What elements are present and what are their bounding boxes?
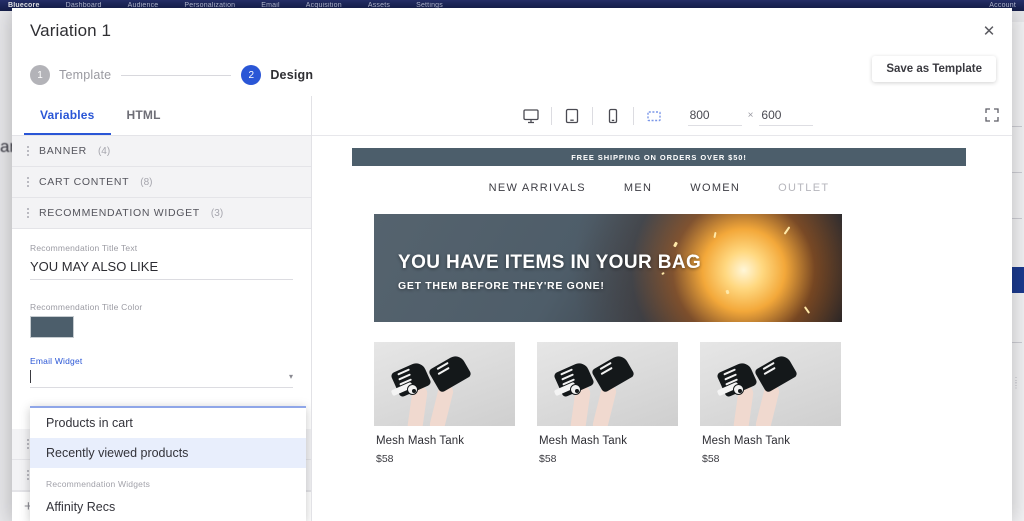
stepper-connector-line xyxy=(121,74,232,76)
shipping-banner: FREE SHIPPING ON ORDERS OVER $50! xyxy=(352,148,966,166)
modal-header: Variation 1 ✕ xyxy=(12,8,1012,54)
wizard-stepper: 1 Template 2 Design Save as Template xyxy=(12,54,1012,96)
product-price: $58 xyxy=(376,453,394,465)
product-image xyxy=(374,342,515,426)
product-name: Mesh Mash Tank xyxy=(702,435,791,447)
tab-variables[interactable]: Variables xyxy=(24,96,111,135)
email-template: FREE SHIPPING ON ORDERS OVER $50! NEW AR… xyxy=(352,136,966,465)
close-icon[interactable]: ✕ xyxy=(976,18,1002,44)
mobile-icon[interactable] xyxy=(593,96,633,136)
email-widget-dropdown-menu: Products in cart Recently viewed product… xyxy=(30,406,306,521)
email-canvas: FREE SHIPPING ON ORDERS OVER $50! NEW AR… xyxy=(312,136,1012,521)
email-preview-pane: × FREE SHIPPING ON ORDERS OVER $50! NEW … xyxy=(312,96,1012,521)
product-card[interactable]: Mesh Mash Tank $58 xyxy=(700,342,841,465)
product-name: Mesh Mash Tank xyxy=(539,435,628,447)
page-title: Variation 1 xyxy=(30,21,112,40)
tab-html[interactable]: HTML xyxy=(111,96,177,135)
email-widget-label: Email Widget xyxy=(30,356,83,366)
hero-subheadline: GET THEM BEFORE THEY'RE GONE! xyxy=(398,280,605,292)
accordion-recommendation-widget[interactable]: RECOMMENDATION WIDGET (3) xyxy=(12,198,311,229)
recommendation-title-text-input[interactable] xyxy=(30,257,293,280)
dropdown-option-recently-viewed-products[interactable]: Recently viewed products xyxy=(30,438,306,468)
hero-headline: YOU HAVE ITEMS IN YOUR BAG xyxy=(398,252,702,273)
bg-row-handle-dots: ⋮ ⋮ xyxy=(1012,376,1020,390)
preview-width-input[interactable] xyxy=(687,105,742,126)
product-recommendation-grid: Mesh Mash Tank $58 Mesh Mash Tank $58 Me… xyxy=(374,342,966,465)
color-swatch[interactable] xyxy=(30,316,74,338)
chevron-down-icon[interactable]: ▾ xyxy=(289,372,293,381)
accordion-banner-count: (4) xyxy=(97,145,111,157)
dropdown-option-affinity-recs[interactable]: Affinity Recs xyxy=(30,492,306,521)
field-recommendation-title-text: Recommendation Title Text xyxy=(30,243,293,280)
variables-sidebar: Variables HTML BANNER (4) CART CONTENT (… xyxy=(12,96,312,521)
step-2-label: Design xyxy=(270,68,314,82)
modal-body: Variables HTML BANNER (4) CART CONTENT (… xyxy=(12,96,1012,521)
product-card[interactable]: Mesh Mash Tank $58 xyxy=(374,342,515,465)
hero-banner-image: YOU HAVE ITEMS IN YOUR BAG GET THEM BEFO… xyxy=(374,214,842,322)
product-card[interactable]: Mesh Mash Tank $58 xyxy=(537,342,678,465)
variables-form: Recommendation Title Text Recommendation… xyxy=(12,229,311,388)
email-widget-select[interactable]: ▾ xyxy=(30,370,293,388)
drag-handle-icon[interactable] xyxy=(24,146,31,156)
preview-toolbar: × xyxy=(312,96,1012,136)
expand-icon[interactable] xyxy=(982,106,1002,126)
accordion-cart-content[interactable]: CART CONTENT (8) xyxy=(12,167,311,198)
accordion-banner-label: BANNER xyxy=(39,145,87,157)
accordion-cart-content-count: (8) xyxy=(140,176,153,188)
custom-size-icon[interactable] xyxy=(634,96,674,136)
email-nav-outlet[interactable]: OUTLET xyxy=(778,182,829,194)
accordion-recommendation-widget-count: (3) xyxy=(210,207,224,219)
step-2-number: 2 xyxy=(241,65,262,85)
accordion-recommendation-widget-label: RECOMMENDATION WIDGET xyxy=(39,207,200,219)
step-1-number: 1 xyxy=(30,65,50,85)
email-nav: NEW ARRIVALS MEN WOMEN OUTLET xyxy=(352,166,966,210)
email-nav-women[interactable]: WOMEN xyxy=(690,182,740,194)
recommendation-title-color-label: Recommendation Title Color xyxy=(30,302,143,312)
dropdown-group-recommendation-widgets: Recommendation Widgets xyxy=(46,479,151,489)
recommendation-title-text-label: Recommendation Title Text xyxy=(30,243,138,253)
product-price: $58 xyxy=(702,453,720,465)
dimension-separator: × xyxy=(747,110,754,121)
dropdown-option-products-in-cart[interactable]: Products in cart xyxy=(30,408,306,438)
accordion-banner[interactable]: BANNER (4) xyxy=(12,136,311,167)
product-name: Mesh Mash Tank xyxy=(376,435,465,447)
step-1-label: Template xyxy=(59,68,112,82)
drag-handle-icon[interactable] xyxy=(24,177,31,187)
text-cursor xyxy=(30,370,31,383)
field-email-widget: Email Widget ▾ xyxy=(30,356,293,388)
tablet-icon[interactable] xyxy=(552,96,592,136)
desktop-icon[interactable] xyxy=(511,96,551,136)
sidebar-tab-bar: Variables HTML xyxy=(12,96,311,136)
custom-dimensions-group: × xyxy=(687,105,814,126)
bg-right-accent-block xyxy=(1010,267,1024,293)
save-as-template-button[interactable]: Save as Template xyxy=(872,56,996,82)
product-price: $58 xyxy=(539,453,557,465)
step-template[interactable]: 1 Template xyxy=(30,65,111,85)
product-image xyxy=(700,342,841,426)
email-nav-new-arrivals[interactable]: NEW ARRIVALS xyxy=(489,182,586,194)
accordion-cart-content-label: CART CONTENT xyxy=(39,176,130,188)
variation-editor-modal: Variation 1 ✕ 1 Template 2 Design Save a… xyxy=(12,8,1012,521)
step-design[interactable]: 2 Design xyxy=(241,65,313,85)
field-recommendation-title-color: Recommendation Title Color xyxy=(30,302,293,338)
preview-height-input[interactable] xyxy=(759,105,814,126)
product-image xyxy=(537,342,678,426)
drag-handle-icon[interactable] xyxy=(24,208,31,218)
email-nav-men[interactable]: MEN xyxy=(624,182,652,194)
